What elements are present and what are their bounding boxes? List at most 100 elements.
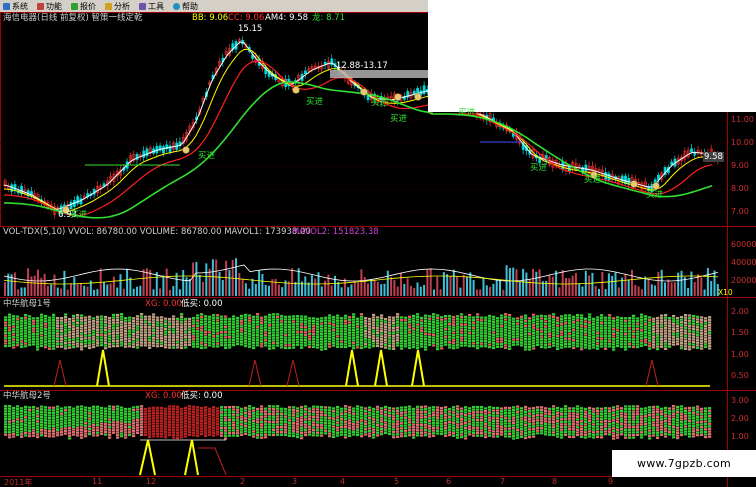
zh2-cell bbox=[128, 415, 132, 418]
zh1-cell bbox=[104, 315, 108, 319]
zh2-cell bbox=[80, 405, 84, 408]
zh1-cell bbox=[572, 333, 576, 337]
zh1-cell bbox=[56, 337, 60, 340]
zh2-cell bbox=[96, 431, 100, 434]
zh1-cell bbox=[68, 346, 72, 349]
candle-body bbox=[162, 146, 165, 154]
zh1-cell bbox=[188, 328, 192, 331]
zh1-cell bbox=[124, 345, 128, 348]
zh2-cell bbox=[304, 433, 308, 437]
zh2-cell bbox=[160, 417, 164, 420]
zh2-cell bbox=[280, 407, 284, 410]
volume-bar bbox=[670, 282, 673, 296]
volume-bar bbox=[172, 286, 175, 296]
zh2-cell bbox=[532, 422, 536, 425]
zh1-cell bbox=[52, 321, 56, 324]
zh1-cell bbox=[652, 333, 656, 336]
zh2-cell bbox=[40, 418, 44, 421]
zh1-cell bbox=[52, 316, 56, 319]
zh1-cell bbox=[76, 314, 80, 317]
zh1-cell bbox=[592, 341, 596, 344]
zh2-cell bbox=[12, 409, 16, 412]
zh1-cell bbox=[408, 331, 412, 334]
zh2-cell bbox=[384, 426, 388, 429]
zh1-cell bbox=[272, 313, 276, 316]
zh2-cell bbox=[372, 431, 376, 434]
zh1-cell bbox=[212, 321, 216, 325]
zh2-cell bbox=[484, 425, 488, 428]
zh1-cell bbox=[632, 332, 636, 336]
zh2-cell bbox=[396, 422, 400, 425]
zh2-cell bbox=[436, 432, 440, 435]
zh1-cell bbox=[344, 335, 348, 338]
zh1-cell bbox=[660, 337, 664, 341]
zh2-cell bbox=[128, 423, 132, 426]
zh1-cell bbox=[336, 332, 340, 335]
zh1-cell bbox=[404, 321, 408, 325]
zh2-cell bbox=[116, 426, 120, 429]
zh2-cell bbox=[448, 428, 452, 431]
zh1-cell bbox=[612, 330, 616, 333]
zh1-cell bbox=[472, 345, 476, 348]
zh1-cell bbox=[688, 314, 692, 317]
zh2-cell bbox=[664, 430, 668, 433]
zh2-cell bbox=[8, 436, 12, 439]
zh2-cell bbox=[288, 429, 292, 432]
zh1-cell bbox=[640, 336, 644, 340]
zh1-cell bbox=[644, 320, 648, 323]
zh2-cell bbox=[220, 413, 224, 417]
zh1-cell bbox=[508, 329, 512, 332]
zh1-cell bbox=[516, 343, 520, 346]
zh2-cell bbox=[100, 425, 104, 428]
zh2-cell bbox=[448, 431, 452, 434]
zh2-cell bbox=[76, 405, 80, 408]
zh1-cell bbox=[424, 322, 428, 325]
zh1-cell bbox=[200, 323, 204, 326]
zh2-cell bbox=[504, 417, 508, 420]
zh2-cell bbox=[540, 419, 544, 422]
zh2-cell bbox=[604, 430, 608, 433]
zh1-cell bbox=[448, 317, 452, 320]
zh2-cell bbox=[124, 413, 128, 416]
zh1-cell bbox=[232, 317, 236, 321]
zh2-cell bbox=[180, 407, 184, 410]
zh1-cell bbox=[700, 339, 704, 342]
zh1-cell bbox=[312, 338, 316, 341]
zh2-cell bbox=[112, 408, 116, 411]
zh2-cell bbox=[416, 408, 420, 411]
zh2-cell bbox=[552, 413, 556, 416]
zh1-cell bbox=[400, 329, 404, 332]
zh2-cell bbox=[384, 408, 388, 411]
zh1-cell bbox=[176, 343, 180, 346]
zh1-cell bbox=[36, 348, 40, 351]
zh2-cell bbox=[176, 413, 180, 416]
zh1-cell bbox=[452, 336, 456, 339]
zh2-cell bbox=[304, 426, 308, 429]
zh1-cell bbox=[276, 315, 280, 319]
zh2-cell bbox=[200, 414, 204, 417]
zh1-cell bbox=[344, 322, 348, 325]
zh1-cell bbox=[464, 326, 468, 329]
zh2-cell bbox=[340, 431, 344, 434]
zh2-cell bbox=[536, 421, 540, 424]
zh2-cell bbox=[624, 428, 628, 431]
zh2-cell bbox=[192, 416, 196, 419]
zh2-cell bbox=[304, 431, 308, 434]
zh2-cell bbox=[196, 424, 200, 427]
zh2-cell bbox=[520, 420, 524, 423]
zh2-cell bbox=[456, 431, 460, 434]
zh2-cell bbox=[560, 410, 564, 413]
zh2-cell bbox=[176, 421, 180, 424]
zh2-cell bbox=[260, 405, 264, 408]
zh1-cell bbox=[68, 343, 72, 347]
zh1-cell bbox=[100, 328, 104, 331]
zh2-cell bbox=[560, 420, 564, 423]
zh2-cell bbox=[468, 422, 472, 426]
zh2-cell bbox=[36, 407, 40, 410]
volume-bar bbox=[644, 276, 647, 296]
zh2-cell bbox=[240, 418, 244, 421]
zh2-cell bbox=[536, 411, 540, 414]
zh2-cell bbox=[20, 430, 24, 433]
zh2-cell bbox=[480, 413, 484, 416]
zh2-cell bbox=[528, 423, 532, 426]
